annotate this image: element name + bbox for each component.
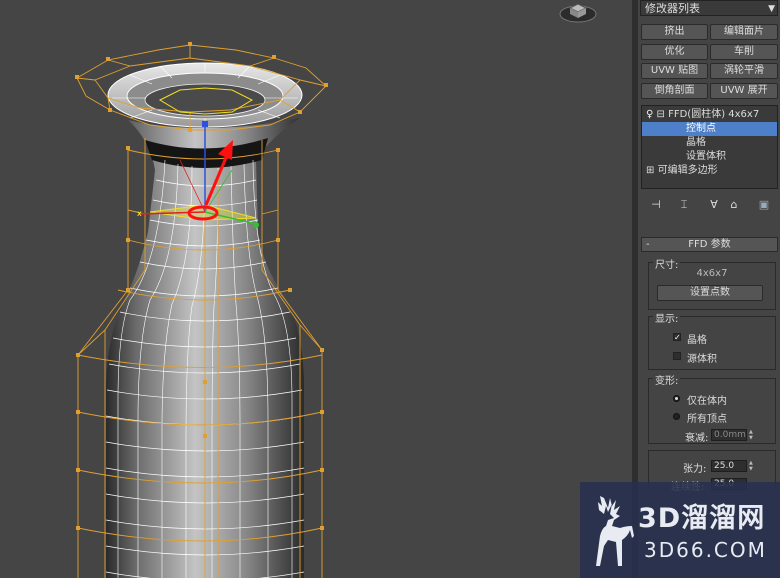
stack-item-ffd[interactable]: ♀ ⊟ FFD(圆柱体) 4x6x7 — [646, 108, 759, 122]
viewcube-icon[interactable] — [556, 0, 616, 24]
ffd-params-rollout[interactable]: - FFD 参数 — [641, 237, 778, 252]
viewport-scene: x — [75, 42, 328, 578]
collapse-icon[interactable]: ⊟ — [657, 109, 665, 120]
expand-icon[interactable]: ⊞ — [646, 165, 654, 176]
all-vertices-radio[interactable] — [673, 413, 680, 420]
remove-modifier-icon[interactable]: ⌂ — [728, 198, 740, 212]
lattice-checkbox[interactable]: ✓ — [673, 333, 681, 342]
modifier-list-dropdown[interactable]: 修改器列表 ▼ — [640, 0, 778, 16]
tension-spinner[interactable]: ▲ ▼ — [749, 460, 754, 472]
falloff-spinner[interactable]: ▲ ▼ — [749, 429, 754, 441]
lightbulb-icon[interactable]: ♀ — [646, 109, 653, 120]
deform-group: 变形: 仅在体内 所有顶点 衰减: 0.0mm ▲ ▼ — [648, 372, 776, 444]
bevel-profile-button[interactable]: 倒角剖面 — [641, 83, 708, 99]
tension-input[interactable]: 25.0 — [711, 460, 747, 472]
uvw-map-button[interactable]: UVW 贴图 — [641, 63, 708, 79]
modifier-stack[interactable]: ♀ ⊟ FFD(圆柱体) 4x6x7 控制点 晶格 设置体积 ⊞ 可编辑多边形 — [641, 105, 778, 189]
watermark-url: 3D66.COM — [644, 538, 767, 562]
source-volume-checkbox[interactable] — [673, 352, 681, 360]
watermark: 3D溜溜网 3D66.COM — [580, 482, 780, 578]
edit-patch-button[interactable]: 编辑面片 — [710, 24, 778, 40]
extrude-button[interactable]: 挤出 — [641, 24, 708, 40]
only-in-volume-radio[interactable] — [673, 395, 680, 402]
optimize-button[interactable]: 优化 — [641, 44, 708, 60]
watermark-title: 3D溜溜网 — [638, 503, 766, 534]
display-group: 显示: ✓ 晶格 源体积 — [648, 310, 776, 370]
falloff-input[interactable]: 0.0mm — [711, 429, 747, 441]
set-number-of-points-button[interactable]: 设置点数 — [657, 285, 763, 301]
stack-item-set-volume[interactable]: 设置体积 — [686, 150, 726, 164]
turbosmooth-button[interactable]: 涡轮平滑 — [710, 63, 778, 79]
lathe-button[interactable]: 车削 — [710, 44, 778, 60]
stack-item-editable-poly[interactable]: ⊞ 可编辑多边形 — [646, 164, 718, 178]
pin-stack-icon[interactable]: ⊣ — [650, 198, 662, 212]
svg-text:x: x — [137, 209, 142, 218]
chevron-down-icon: ▼ — [768, 4, 775, 14]
stack-item-lattice[interactable]: 晶格 — [686, 136, 706, 150]
dimensions-group: 尺寸: 4x6x7 设置点数 — [648, 256, 776, 310]
deer-logo-icon — [596, 496, 634, 566]
viewport-perspective[interactable]: x — [0, 0, 632, 578]
unwrap-uvw-button[interactable]: UVW 展开 — [710, 83, 778, 99]
stack-item-control-points[interactable]: 控制点 — [642, 122, 777, 136]
show-end-result-icon[interactable]: ⌶ — [678, 198, 690, 212]
make-unique-icon[interactable]: ∀ — [708, 198, 720, 212]
configure-sets-icon[interactable]: ▣ — [758, 198, 770, 212]
